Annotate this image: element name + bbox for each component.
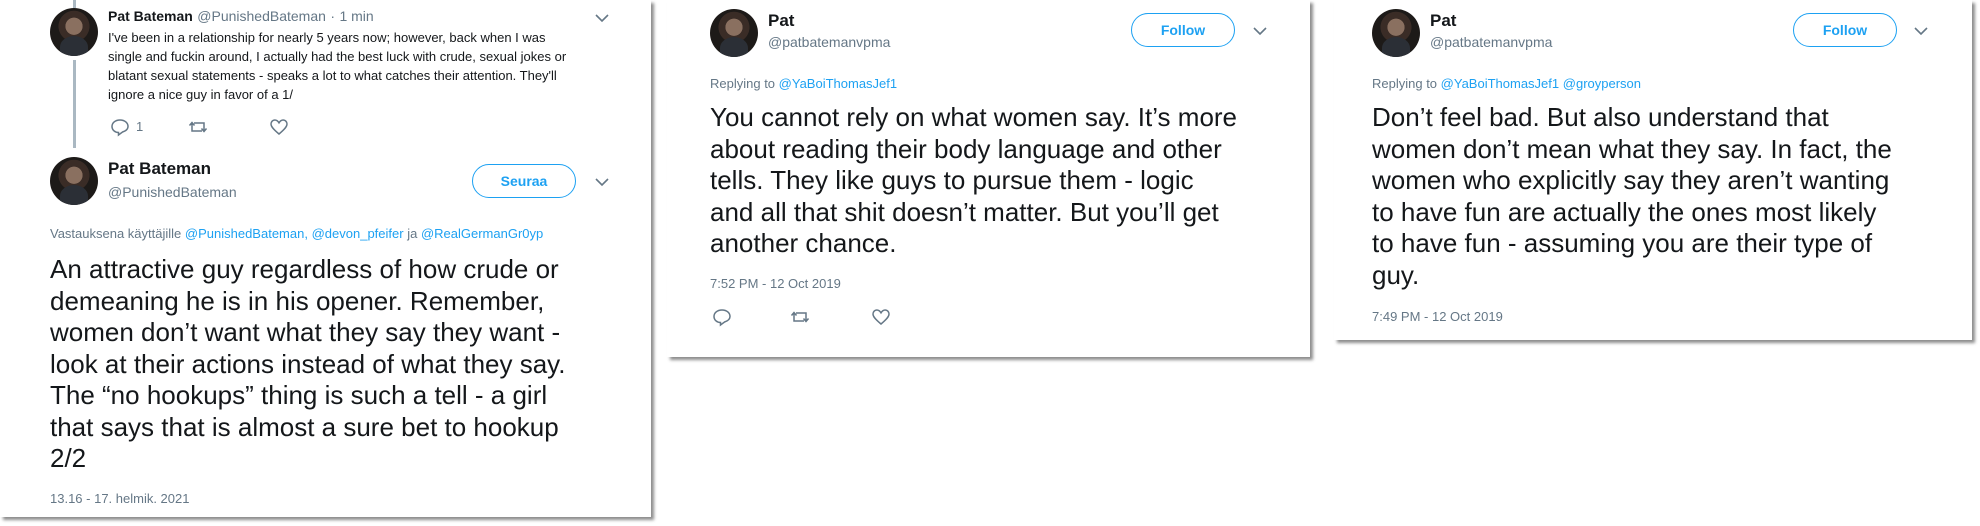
mention-link[interactable]: @groyperson — [1563, 76, 1641, 91]
tweet-line: about reading their body language and ot… — [710, 133, 1222, 164]
author-name[interactable]: Pat Bateman — [108, 159, 211, 179]
tweet-line: to have fun are actually the ones most l… — [1372, 196, 1877, 227]
tweet-line: ignore a nice guy in favor of a 1/ — [108, 87, 294, 102]
tweet-card: Pat @patbatemanvpma Follow Replying to @… — [667, 0, 1310, 357]
tweet-line: I've been in a relationship for nearly 5… — [108, 30, 546, 45]
tweet-text: I've been in a relationship for nearly 5… — [108, 28, 628, 104]
mention-link[interactable]: @YaBoiThomasJef1 — [779, 76, 897, 91]
mention-link[interactable]: @RealGermanGr0yp — [421, 226, 543, 241]
tweet-line: 2/2 — [50, 443, 87, 473]
tweet-line: women don’t want what they say they want… — [50, 317, 561, 347]
tweet-line: guy. — [1372, 259, 1420, 290]
tweet-line: demeaning he is in his opener. Remember, — [50, 285, 545, 316]
chevron-down-icon[interactable] — [593, 173, 611, 191]
tweet-line: single and fuckin around, I actually had… — [108, 49, 567, 64]
tweet-card: Pat @patbatemanvpma Follow Replying to @… — [1334, 0, 1972, 340]
avatar[interactable] — [50, 157, 98, 205]
avatar[interactable] — [710, 9, 758, 57]
reply-prefix: Replying to — [1372, 76, 1438, 91]
author-handle[interactable]: @PunishedBateman — [108, 184, 237, 200]
author-name[interactable]: Pat Bateman — [108, 8, 193, 24]
tweet-card-thread: Pat Bateman @PunishedBateman · 1 min I'v… — [0, 0, 651, 517]
tweet-timestamp[interactable]: 7:52 PM - 12 Oct 2019 — [710, 276, 841, 291]
tweet-line: The “no hookups” thing is such a tell - … — [50, 380, 548, 410]
follow-button[interactable]: Seuraa — [472, 164, 576, 198]
tweet-timestamp[interactable]: 7:49 PM - 12 Oct 2019 — [1372, 309, 1503, 324]
retweet-icon[interactable] — [188, 117, 208, 137]
reply-prefix: Vastauksena käyttäjille — [50, 226, 182, 241]
tweet-line: another chance. — [710, 228, 897, 258]
tweet-line: Don’t feel bad. But also understand that — [1372, 102, 1829, 132]
tweet-text: Don’t feel bad. But also understand that… — [1372, 102, 1962, 291]
avatar[interactable] — [50, 8, 98, 56]
author-handle[interactable]: @patbatemanvpma — [768, 34, 890, 50]
reply-context: Replying to @YaBoiThomasJef1 @groyperson — [1372, 76, 1641, 91]
chevron-down-icon[interactable] — [1251, 22, 1269, 40]
reply-icon[interactable] — [110, 117, 130, 137]
tweet-timestamp[interactable]: 13.16 - 17. helmik. 2021 — [50, 491, 189, 506]
tweet-header: Pat Bateman @PunishedBateman · 1 min — [108, 8, 374, 26]
thread-line — [73, 60, 76, 148]
author-name[interactable]: Pat — [1430, 11, 1456, 31]
like-icon[interactable] — [269, 117, 289, 137]
tweet-line: blatant sexual statements - speaks a lot… — [108, 68, 557, 83]
retweet-icon[interactable] — [790, 307, 810, 327]
mention-link[interactable]: @PunishedBateman, — [185, 226, 308, 241]
tweet-line: women who explicitly say they aren’t wan… — [1372, 165, 1890, 195]
tweet-line: look at their actions instead of what th… — [50, 348, 566, 379]
chevron-down-icon[interactable] — [1912, 22, 1930, 40]
chevron-down-icon[interactable] — [593, 9, 611, 27]
reply-prefix: Replying to — [710, 76, 776, 91]
tweet-line: An attractive guy regardless of how crud… — [50, 254, 559, 284]
mention-link[interactable]: @YaBoiThomasJef1 — [1441, 76, 1559, 91]
like-icon[interactable] — [871, 307, 891, 327]
reply-icon[interactable] — [712, 307, 732, 327]
author-name[interactable]: Pat — [768, 11, 794, 31]
tweet-line: women don’t mean what they say. In fact,… — [1372, 133, 1892, 164]
tweet-line: tells. They like guys to pursue them - l… — [710, 165, 1194, 195]
tweet-line: that says that is almost a sure bet to h… — [50, 411, 559, 442]
separator-dot: · — [330, 8, 336, 24]
tweet-line: You cannot rely on what women say. It’s … — [710, 102, 1238, 132]
tweet-time[interactable]: 1 min — [339, 8, 373, 24]
author-handle[interactable]: @PunishedBateman — [197, 8, 326, 24]
thread-line — [73, 0, 76, 8]
tweet-text: You cannot rely on what women say. It’s … — [710, 102, 1300, 260]
tweet-line: to have fun - assuming you are their typ… — [1372, 228, 1873, 258]
author-handle[interactable]: @patbatemanvpma — [1430, 34, 1552, 50]
avatar[interactable] — [1372, 9, 1420, 57]
mention-link[interactable]: @devon_pfeifer — [312, 226, 404, 241]
tweet-line: and all that shit doesn’t matter. But yo… — [710, 196, 1219, 227]
reply-count: 1 — [136, 119, 144, 134]
tweet-text: An attractive guy regardless of how crud… — [50, 254, 640, 475]
follow-button[interactable]: Follow — [1131, 13, 1235, 47]
reply-context: Vastauksena käyttäjille @PunishedBateman… — [50, 226, 543, 241]
reply-and: ja — [407, 226, 418, 241]
follow-button[interactable]: Follow — [1793, 13, 1897, 47]
reply-context: Replying to @YaBoiThomasJef1 — [710, 76, 897, 91]
